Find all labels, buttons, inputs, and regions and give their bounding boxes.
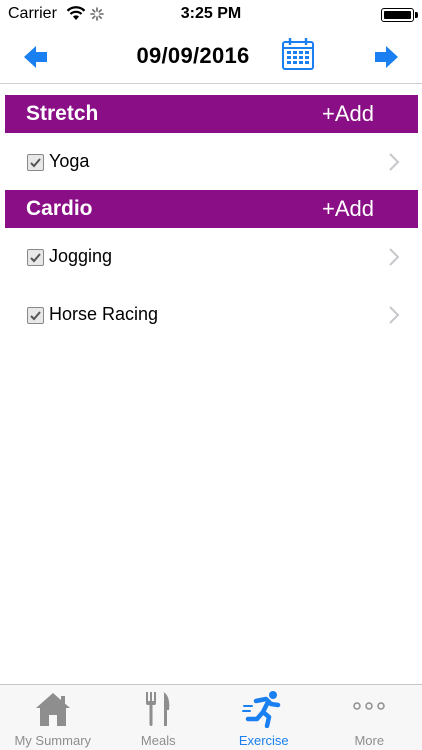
calendar-icon[interactable] bbox=[281, 37, 315, 71]
chevron-right-icon bbox=[388, 152, 400, 177]
tab-label: Meals bbox=[140, 733, 176, 748]
section-title: Stretch bbox=[26, 102, 99, 125]
status-bar: Carrier 3:25 PM bbox=[0, 0, 422, 30]
date-nav-bar: 09/09/2016 bbox=[0, 30, 422, 84]
chevron-right-icon bbox=[388, 305, 400, 330]
tab-more[interactable]: More bbox=[317, 685, 422, 750]
previous-day-arrow-icon[interactable] bbox=[22, 43, 50, 71]
tab-exercise[interactable]: Exercise bbox=[211, 685, 317, 750]
tab-label: My Summary bbox=[14, 733, 92, 748]
tab-label: More bbox=[354, 733, 385, 748]
tab-my-summary[interactable]: My Summary bbox=[0, 685, 106, 750]
list-item-label: Yoga bbox=[49, 151, 90, 171]
checkbox-checked[interactable] bbox=[27, 249, 44, 266]
list-item-label: Horse Racing bbox=[49, 304, 159, 324]
battery-icon bbox=[381, 8, 418, 22]
add-cardio-button[interactable]: +Add bbox=[322, 196, 374, 222]
checkbox-checked[interactable] bbox=[27, 307, 44, 324]
runner-icon bbox=[241, 690, 286, 733]
chevron-right-icon bbox=[388, 247, 400, 272]
add-stretch-button[interactable]: +Add bbox=[322, 101, 374, 127]
tab-meals[interactable]: Meals bbox=[106, 685, 212, 750]
next-day-arrow-icon[interactable] bbox=[372, 43, 400, 71]
list-item-label: Jogging bbox=[49, 246, 113, 266]
list-item-jogging[interactable]: Jogging bbox=[0, 234, 422, 278]
fork-knife-icon bbox=[141, 690, 175, 733]
current-date: 09/09/2016 bbox=[136, 43, 250, 68]
list-item-yoga[interactable]: Yoga bbox=[0, 139, 422, 183]
tab-label: Exercise bbox=[238, 733, 289, 748]
checkbox-checked[interactable] bbox=[27, 154, 44, 171]
section-header-cardio: Cardio +Add bbox=[5, 190, 418, 228]
section-title: Cardio bbox=[26, 197, 93, 220]
house-icon bbox=[33, 690, 73, 733]
list-item-horse-racing[interactable]: Horse Racing bbox=[0, 292, 422, 336]
tab-bar: My Summary Meals Exercise More bbox=[0, 684, 422, 750]
more-dots-icon bbox=[352, 699, 386, 717]
status-time: 3:25 PM bbox=[180, 5, 242, 22]
section-header-stretch: Stretch +Add bbox=[5, 95, 418, 133]
